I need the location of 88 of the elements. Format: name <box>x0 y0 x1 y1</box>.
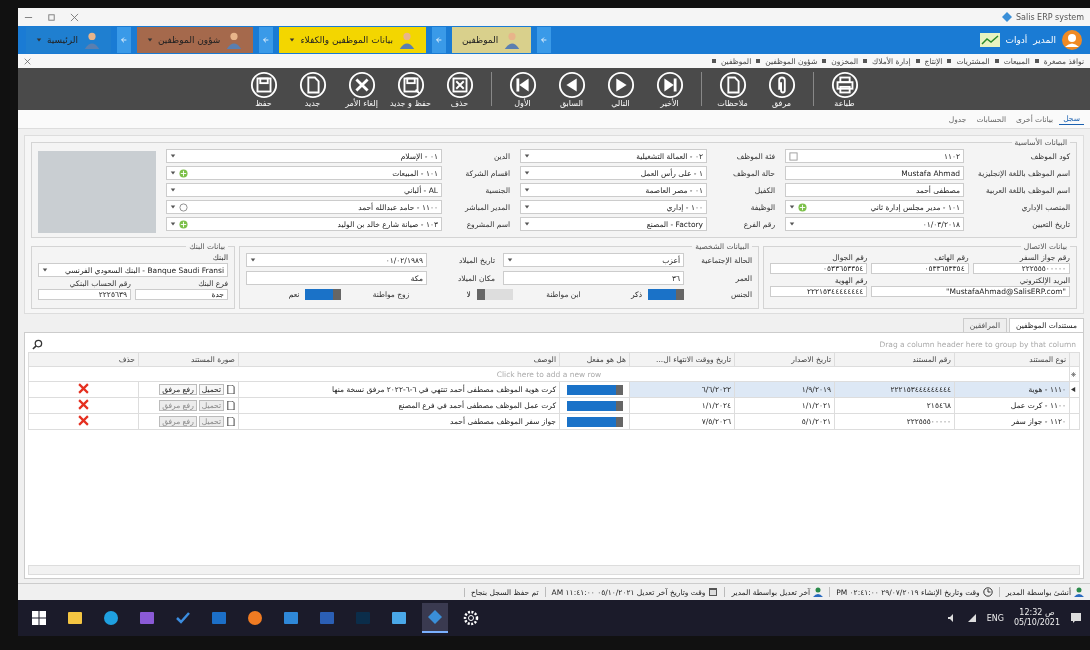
toolbar-button[interactable]: ملاحظات <box>709 70 756 108</box>
app-icon <box>211 610 227 626</box>
app-icon <box>283 610 299 626</box>
app-icon <box>175 610 191 626</box>
network-icon[interactable] <box>966 613 977 623</box>
attach-icon <box>767 70 796 99</box>
toggle-switch[interactable] <box>566 384 623 395</box>
first-icon <box>508 70 537 99</box>
save-icon <box>249 70 278 99</box>
toolbar-button[interactable]: حذف <box>436 70 483 108</box>
dropdown-icon[interactable] <box>42 267 48 273</box>
prev-icon <box>557 70 586 99</box>
close-icon[interactable] <box>70 12 79 22</box>
dropdown-icon[interactable] <box>170 221 176 227</box>
toolbar-button[interactable]: إلغاء الأمر <box>338 70 385 108</box>
dropdown-icon[interactable] <box>524 187 530 193</box>
calendar-icon <box>708 587 719 597</box>
settings-icon <box>463 610 479 626</box>
dropdown-icon[interactable] <box>170 153 176 159</box>
dropdown-icon[interactable] <box>524 153 530 159</box>
arrow-icon <box>262 36 271 44</box>
diamond-logo-icon <box>1001 12 1012 22</box>
arrow-icon <box>120 36 128 44</box>
app-icon <box>355 610 371 626</box>
print-icon <box>830 70 859 99</box>
window-title: Salis ERP system <box>1015 12 1084 22</box>
arrow-icon <box>540 36 549 44</box>
person-icon <box>225 31 244 49</box>
person-icon <box>1074 587 1084 597</box>
dropdown-icon[interactable] <box>170 187 176 193</box>
app-icon <box>319 610 335 626</box>
dropdown-icon[interactable] <box>170 170 176 176</box>
toggle-switch[interactable] <box>305 289 342 300</box>
dropdown-icon[interactable] <box>170 204 176 210</box>
dropdown-icon[interactable] <box>789 204 795 210</box>
person-icon <box>397 31 416 49</box>
app-icon <box>103 610 119 626</box>
asterisk-icon <box>1071 371 1076 377</box>
search-icon[interactable] <box>32 338 43 350</box>
app-icon <box>139 610 155 626</box>
arrow-icon <box>434 36 443 44</box>
module-tab[interactable]: الرئيسية <box>26 27 111 53</box>
notification-icon[interactable] <box>1070 612 1082 624</box>
toolbar-button[interactable]: مرفق <box>758 70 805 108</box>
toolbar-button[interactable]: السابق <box>548 70 595 108</box>
person-icon <box>83 31 101 49</box>
dropdown-icon[interactable] <box>250 257 256 263</box>
person-icon <box>813 587 824 597</box>
app-icon <box>67 610 83 626</box>
notes-icon <box>718 70 747 99</box>
app-icon <box>427 609 443 625</box>
last-icon <box>655 70 684 99</box>
toolbar-button[interactable]: حفظ و جديد <box>387 70 434 108</box>
delete-icon <box>445 70 474 99</box>
clock-icon <box>982 587 993 597</box>
toolbar-button[interactable]: الأخير <box>646 70 693 108</box>
chart-icon[interactable] <box>979 33 1000 47</box>
avatar-icon[interactable] <box>1062 30 1082 50</box>
tools-menu[interactable]: أدوات <box>1005 35 1028 45</box>
toolbar-button[interactable]: طباعة <box>821 70 868 108</box>
dropdown-icon[interactable] <box>524 221 530 227</box>
toggle-switch[interactable] <box>476 289 513 300</box>
dropdown-icon[interactable] <box>507 257 513 263</box>
app-icon <box>391 610 407 626</box>
scroll-bar[interactable] <box>28 565 1080 575</box>
toolbar-button[interactable]: جديد <box>289 70 336 108</box>
toolbar-button[interactable]: التالي <box>597 70 644 108</box>
toolbar-button[interactable]: حفظ <box>240 70 287 108</box>
dropdown-icon[interactable] <box>789 221 795 227</box>
user-name[interactable]: المدير <box>1033 35 1056 45</box>
cancel-icon <box>347 70 376 99</box>
dropdown-icon[interactable] <box>524 204 530 210</box>
module-tab[interactable]: شؤون الموظفين <box>137 27 254 53</box>
next-icon <box>606 70 635 99</box>
language-indicator[interactable]: ENG <box>986 613 1004 623</box>
new-icon <box>298 70 327 99</box>
toolbar-button[interactable]: الأول <box>499 70 546 108</box>
delete-icon[interactable] <box>78 383 89 394</box>
module-tab[interactable]: بيانات الموظفين والكفلاء <box>279 27 426 53</box>
close-icon[interactable] <box>24 57 31 65</box>
start-icon <box>31 610 47 626</box>
dropdown-icon[interactable] <box>524 170 530 176</box>
toggle-switch[interactable] <box>648 289 684 300</box>
save-new-icon <box>396 70 425 99</box>
person-icon <box>503 31 522 49</box>
current-row-icon <box>1071 387 1076 392</box>
app-icon <box>247 610 263 626</box>
module-tab[interactable]: الموظفين <box>451 27 532 53</box>
